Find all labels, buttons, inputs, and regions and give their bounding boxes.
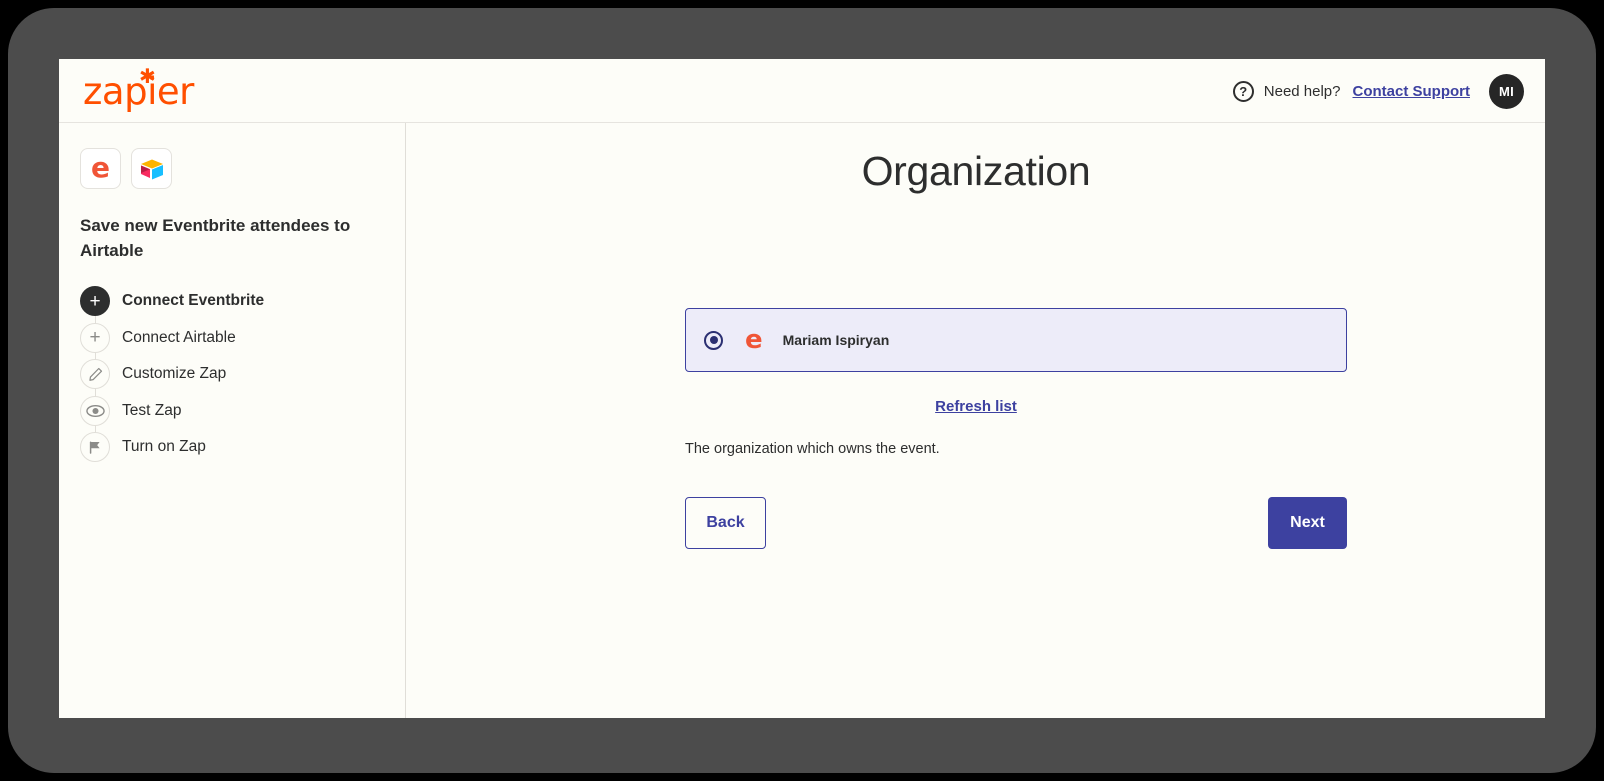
refresh-list-label: Refresh list bbox=[935, 398, 1017, 415]
header-actions: ? Need help? Contact Support MI bbox=[1232, 73, 1524, 109]
zap-app-icons: e bbox=[80, 148, 172, 189]
step-label: Turn on Zap bbox=[122, 438, 206, 456]
question-circle-icon[interactable]: ? bbox=[1232, 80, 1254, 102]
page-title: Organization bbox=[861, 148, 1091, 194]
zap-steps-list: + Connect Eventbrite + Connect Airtable bbox=[80, 283, 390, 466]
sidebar-step-test-zap[interactable]: Test Zap bbox=[80, 393, 390, 447]
back-button[interactable]: Back bbox=[685, 497, 766, 549]
avatar[interactable]: MI bbox=[1489, 73, 1524, 109]
eventbrite-icon: e bbox=[80, 148, 121, 189]
airtable-cube-icon bbox=[140, 159, 163, 179]
sidebar-step-connect-eventbrite[interactable]: + Connect Eventbrite bbox=[80, 283, 390, 338]
main-content: Organization e Mariam Ispiryan Refresh l… bbox=[407, 123, 1545, 718]
need-help-label: Need help? bbox=[1263, 82, 1341, 100]
organization-name-label: Mariam Ispiryan bbox=[782, 332, 890, 348]
zapier-logo[interactable]: zapier ✱ bbox=[83, 66, 194, 112]
field-help-text: The organization which owns the event. bbox=[685, 441, 940, 457]
eventbrite-glyph: e bbox=[91, 150, 110, 184]
radio-button-selected[interactable] bbox=[704, 330, 723, 350]
form-actions: Back Next bbox=[685, 497, 1347, 549]
app-header: zapier ✱ ? Need help? Contact Support MI bbox=[59, 59, 1545, 123]
contact-support-link[interactable]: Contact Support bbox=[1353, 83, 1471, 100]
eye-icon bbox=[80, 395, 110, 426]
sidebar-step-customize-zap[interactable]: Customize Zap bbox=[80, 356, 390, 411]
eventbrite-icon: e bbox=[745, 325, 763, 355]
zapier-asterisk-icon: ✱ bbox=[139, 64, 156, 88]
refresh-list-link[interactable]: Refresh list bbox=[407, 398, 1545, 415]
sidebar-step-connect-airtable[interactable]: + Connect Airtable bbox=[80, 320, 390, 374]
airtable-icon bbox=[131, 148, 172, 189]
plus-icon: + bbox=[80, 286, 110, 317]
next-button[interactable]: Next bbox=[1268, 497, 1347, 549]
step-label: Test Zap bbox=[122, 401, 182, 419]
browser-screen: zapier ✱ ? Need help? Contact Support MI… bbox=[59, 59, 1545, 718]
step-label: Customize Zap bbox=[122, 365, 227, 383]
step-label: Connect Airtable bbox=[122, 328, 236, 346]
sidebar: e Save new Eventbrite attendees to Airta… bbox=[59, 123, 406, 718]
device-bezel: zapier ✱ ? Need help? Contact Support MI… bbox=[8, 8, 1596, 773]
plus-icon: + bbox=[80, 322, 110, 353]
organization-option-row[interactable]: e Mariam Ispiryan bbox=[685, 308, 1347, 372]
sidebar-step-turn-on-zap[interactable]: Turn on Zap bbox=[80, 429, 390, 466]
step-label: Connect Eventbrite bbox=[122, 292, 265, 310]
radio-dot bbox=[709, 336, 718, 344]
pencil-icon bbox=[80, 359, 110, 390]
flag-icon bbox=[80, 432, 110, 463]
zap-title: Save new Eventbrite attendees to Airtabl… bbox=[80, 216, 351, 260]
